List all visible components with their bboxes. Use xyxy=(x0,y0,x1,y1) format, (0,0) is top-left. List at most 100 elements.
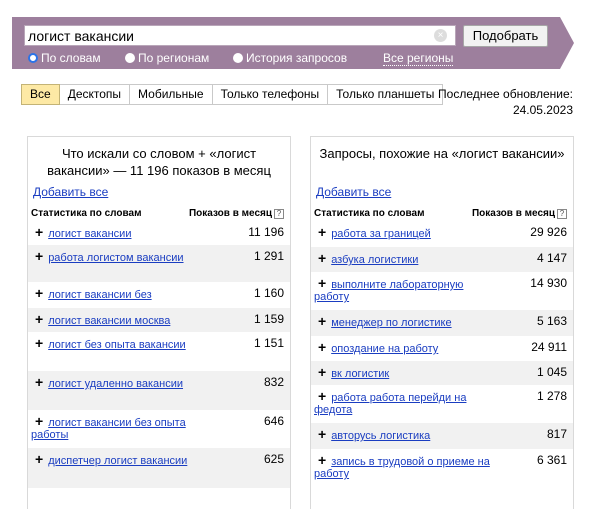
column-count-header: Показов в месяц? xyxy=(472,207,567,221)
radio-checked-icon xyxy=(28,53,38,63)
search-input[interactable]: логист вакансии × xyxy=(24,25,456,46)
table-row: + менеджер по логистике 5 163 xyxy=(311,310,573,336)
phrase-link[interactable]: диспетчер логист вакансии xyxy=(48,455,187,467)
table-row: + авторусь логистика 817 xyxy=(311,423,573,449)
clear-icon[interactable]: × xyxy=(434,29,447,42)
table-row: + запись в трудовой о приеме на работу 6 … xyxy=(311,449,573,489)
count-cell: 5 163 xyxy=(536,314,567,328)
phrase-cell: + логист вакансии без опыта работы xyxy=(31,414,209,441)
radio-by-words[interactable]: По словам xyxy=(28,51,101,65)
phrase-link[interactable]: логист удаленно вакансии xyxy=(48,378,183,390)
radio-label: История запросов xyxy=(246,51,348,65)
column-phrase-header: Статистика по словам xyxy=(31,208,142,219)
table-header: Статистика по словам Показов в месяц? xyxy=(311,207,573,221)
add-phrase-icon[interactable]: + xyxy=(35,452,43,466)
table-row: + логист вакансии без 1 160 xyxy=(28,282,290,308)
table-row: + опоздание на работу 24 911 xyxy=(311,336,573,361)
count-cell: 14 930 xyxy=(530,276,567,290)
table-row: + логист без опыта вакансии 1 151 xyxy=(28,332,290,371)
count-cell: 646 xyxy=(263,414,284,428)
phrase-cell: + авторусь логистика xyxy=(314,427,492,442)
phrase-table: + логист вакансии 11 196 + работа логистом… xyxy=(28,221,290,488)
add-phrase-icon[interactable]: + xyxy=(35,249,43,263)
phrase-link[interactable]: логист вакансии москва xyxy=(48,315,170,327)
phrase-link[interactable]: работа за границей xyxy=(331,228,431,240)
column-count-label: Показов в месяц xyxy=(471,208,555,219)
add-phrase-icon[interactable]: + xyxy=(318,276,326,290)
submit-button[interactable]: Подобрать xyxy=(463,25,548,47)
search-query-text: логист вакансии xyxy=(28,28,134,44)
add-phrase-icon[interactable]: + xyxy=(318,340,326,354)
table-row: + работа логистом вакансии 1 291 xyxy=(28,245,290,282)
add-phrase-icon[interactable]: + xyxy=(318,314,326,328)
radio-by-regions[interactable]: По регионам xyxy=(125,51,209,65)
add-phrase-icon[interactable]: + xyxy=(318,389,326,403)
count-cell: 29 926 xyxy=(530,225,567,239)
add-phrase-icon[interactable]: + xyxy=(35,375,43,389)
add-phrase-icon[interactable]: + xyxy=(318,365,326,379)
add-phrase-icon[interactable]: + xyxy=(318,453,326,467)
count-cell: 6 361 xyxy=(536,453,567,467)
device-tabs: Все Десктопы Мобильные Только телефоны Т… xyxy=(21,84,444,105)
phrase-link[interactable]: логист без опыта вакансии xyxy=(48,339,186,351)
count-cell: 817 xyxy=(546,427,567,441)
radio-label: По регионам xyxy=(138,51,210,65)
phrase-cell: + логист вакансии без xyxy=(31,286,209,301)
similar-queries-panel: Запросы, похожие на «логист вакансии» До… xyxy=(310,136,574,509)
count-cell: 1 151 xyxy=(253,336,284,350)
phrase-link[interactable]: вк логистик xyxy=(331,368,389,380)
phrase-cell: + запись в трудовой о приеме на работу xyxy=(314,453,492,480)
tab-all[interactable]: Все xyxy=(21,84,60,105)
phrase-cell: + азбука логистики xyxy=(314,251,492,266)
add-phrase-icon[interactable]: + xyxy=(318,251,326,265)
count-cell: 1 159 xyxy=(253,312,284,326)
phrase-cell: + диспетчер логист вакансии xyxy=(31,452,209,467)
phrase-cell: + работа логистом вакансии xyxy=(31,249,209,264)
phrase-link[interactable]: логист вакансии xyxy=(48,228,131,240)
phrase-link[interactable]: логист вакансии без xyxy=(48,289,151,301)
table-row: + азбука логистики 4 147 xyxy=(311,247,573,272)
add-phrase-icon[interactable]: + xyxy=(35,312,43,326)
tab-phones-only[interactable]: Только телефоны xyxy=(212,84,329,105)
panel-title: Что искали со словом + «логист вакансии»… xyxy=(47,146,271,178)
count-cell: 1 160 xyxy=(253,286,284,300)
add-phrase-icon[interactable]: + xyxy=(35,414,43,428)
phrase-link[interactable]: авторусь логистика xyxy=(331,430,430,442)
column-phrase-header: Статистика по словам xyxy=(314,208,425,219)
add-all-link[interactable]: Добавить все xyxy=(33,185,108,199)
add-phrase-icon[interactable]: + xyxy=(35,225,43,239)
phrase-cell: + работа работа перейди на федота xyxy=(314,389,492,416)
all-regions-link[interactable]: Все регионы xyxy=(383,51,454,66)
phrase-link[interactable]: опоздание на работу xyxy=(331,343,438,355)
phrase-cell: + работа за границей xyxy=(314,225,492,240)
add-phrase-icon[interactable]: + xyxy=(318,225,326,239)
tab-desktops[interactable]: Десктопы xyxy=(59,84,131,105)
add-phrase-icon[interactable]: + xyxy=(318,427,326,441)
help-icon[interactable]: ? xyxy=(557,209,567,219)
phrase-link[interactable]: менеджер по логистике xyxy=(331,317,451,329)
table-row: + работа работа перейди на федота 1 278 xyxy=(311,385,573,423)
table-header: Статистика по словам Показов в месяц? xyxy=(28,207,290,221)
phrase-cell: + менеджер по логистике xyxy=(314,314,492,329)
help-icon[interactable]: ? xyxy=(274,209,284,219)
last-update-text: Последнее обновление: 24.05.2023 xyxy=(438,87,573,117)
count-cell: 11 196 xyxy=(248,225,284,239)
phrase-link[interactable]: выполните лабораторную работу xyxy=(314,279,463,303)
count-cell: 1 045 xyxy=(536,365,567,379)
phrase-link[interactable]: запись в трудовой о приеме на работу xyxy=(314,456,490,480)
phrase-link[interactable]: работа логистом вакансии xyxy=(48,252,183,264)
phrase-link[interactable]: логист вакансии без опыта работы xyxy=(31,417,186,441)
table-row: + логист вакансии без опыта работы 646 xyxy=(28,410,290,448)
phrase-cell: + логист вакансии xyxy=(31,225,209,240)
phrase-link[interactable]: азбука логистики xyxy=(331,254,418,266)
count-cell: 625 xyxy=(263,452,284,466)
add-phrase-icon[interactable]: + xyxy=(35,336,43,350)
tab-mobile[interactable]: Мобильные xyxy=(130,84,213,105)
add-phrase-icon[interactable]: + xyxy=(35,286,43,300)
table-row: + выполните лабораторную работу 14 930 xyxy=(311,272,573,310)
radio-history[interactable]: История запросов xyxy=(233,51,347,65)
table-row: + логист вакансии 11 196 xyxy=(28,221,290,245)
table-row: + вк логистик 1 045 xyxy=(311,361,573,385)
phrase-link[interactable]: работа работа перейди на федота xyxy=(314,392,466,416)
add-all-link[interactable]: Добавить все xyxy=(316,185,391,199)
